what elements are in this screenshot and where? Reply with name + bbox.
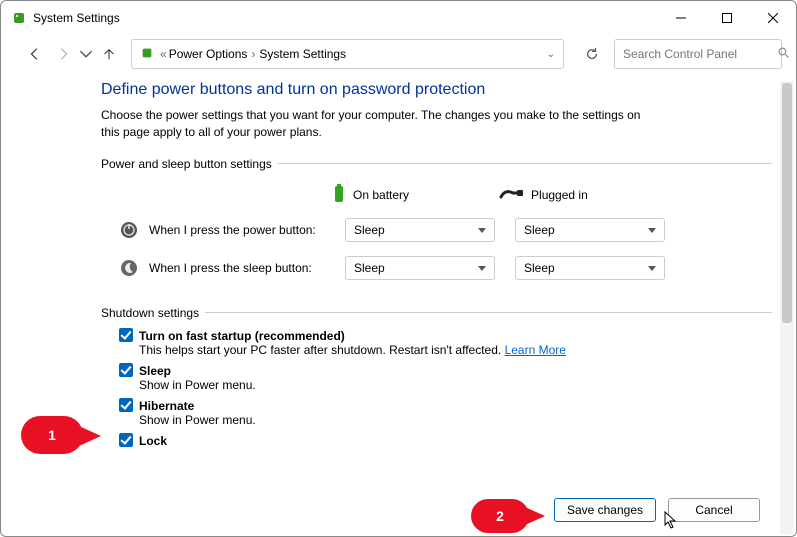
address-icon [140,46,154,63]
hibernate-checkbox[interactable] [119,398,133,412]
sleep-button-row: When I press the sleep button: Sleep Sle… [119,256,772,280]
power-battery-select[interactable]: Sleep [345,218,495,242]
breadcrumb-current[interactable]: System Settings [259,47,346,61]
fast-startup-checkbox[interactable] [119,328,133,342]
annotation-1: 1 [21,416,83,454]
sleep-button-label: When I press the sleep button: [149,261,335,275]
power-plugged-select[interactable]: Sleep [515,218,665,242]
plug-icon [499,187,525,204]
fast-startup-option: Turn on fast startup (recommended) This … [119,328,772,357]
power-button-row: When I press the power button: Sleep Sle… [119,218,772,242]
cancel-button[interactable]: Cancel [668,498,760,522]
lock-option: Lock [119,433,772,448]
app-icon [11,10,27,26]
nav-bar: « Power Options › System Settings ⌄ [1,35,796,73]
vertical-scrollbar[interactable] [780,81,794,534]
title-bar: System Settings [1,1,796,35]
minimize-button[interactable] [658,2,704,34]
page-description: Choose the power settings that you want … [101,107,661,141]
maximize-button[interactable] [704,2,750,34]
shutdown-legend: Shutdown settings [101,306,205,320]
save-changes-button[interactable]: Save changes [554,498,656,522]
content-area: Define power buttons and turn on passwor… [101,81,772,476]
battery-icon [331,183,347,208]
shutdown-fieldset: Shutdown settings Turn on fast startup (… [101,306,772,454]
chevron-right-icon: › [251,47,255,61]
page-heading: Define power buttons and turn on passwor… [101,81,772,99]
learn-more-link[interactable]: Learn More [505,343,566,357]
scrollbar-thumb[interactable] [782,83,792,323]
lock-checkbox[interactable] [119,433,133,447]
breadcrumb-root[interactable]: Power Options [169,47,248,61]
search-box[interactable] [614,39,782,69]
footer-buttons: Save changes Cancel [554,498,760,522]
sleep-option: Sleep Show in Power menu. [119,363,772,392]
close-button[interactable] [750,2,796,34]
up-button[interactable] [97,42,121,66]
sleep-checkbox[interactable] [119,363,133,377]
sleep-plugged-select[interactable]: Sleep [515,256,665,280]
power-sleep-legend: Power and sleep button settings [101,157,278,171]
moon-icon [119,258,139,278]
address-bar[interactable]: « Power Options › System Settings ⌄ [131,39,564,69]
search-input[interactable] [623,47,778,61]
recent-dropdown[interactable] [79,42,93,66]
power-sleep-fieldset: Power and sleep button settings On batte… [101,157,772,294]
back-button[interactable] [23,42,47,66]
plugged-header: Plugged in [499,183,588,208]
window-controls [658,2,796,34]
refresh-button[interactable] [578,40,606,68]
power-button-label: When I press the power button: [149,223,335,237]
forward-button[interactable] [51,42,75,66]
mode-header: On battery Plugged in [101,183,772,208]
sleep-battery-select[interactable]: Sleep [345,256,495,280]
window-title: System Settings [33,11,120,25]
annotation-2: 2 [471,499,529,533]
chevron-down-icon[interactable]: ⌄ [547,49,555,60]
power-icon [119,220,139,240]
battery-header: On battery [331,183,409,208]
search-icon [778,47,790,62]
hibernate-option: Hibernate Show in Power menu. [119,398,772,427]
